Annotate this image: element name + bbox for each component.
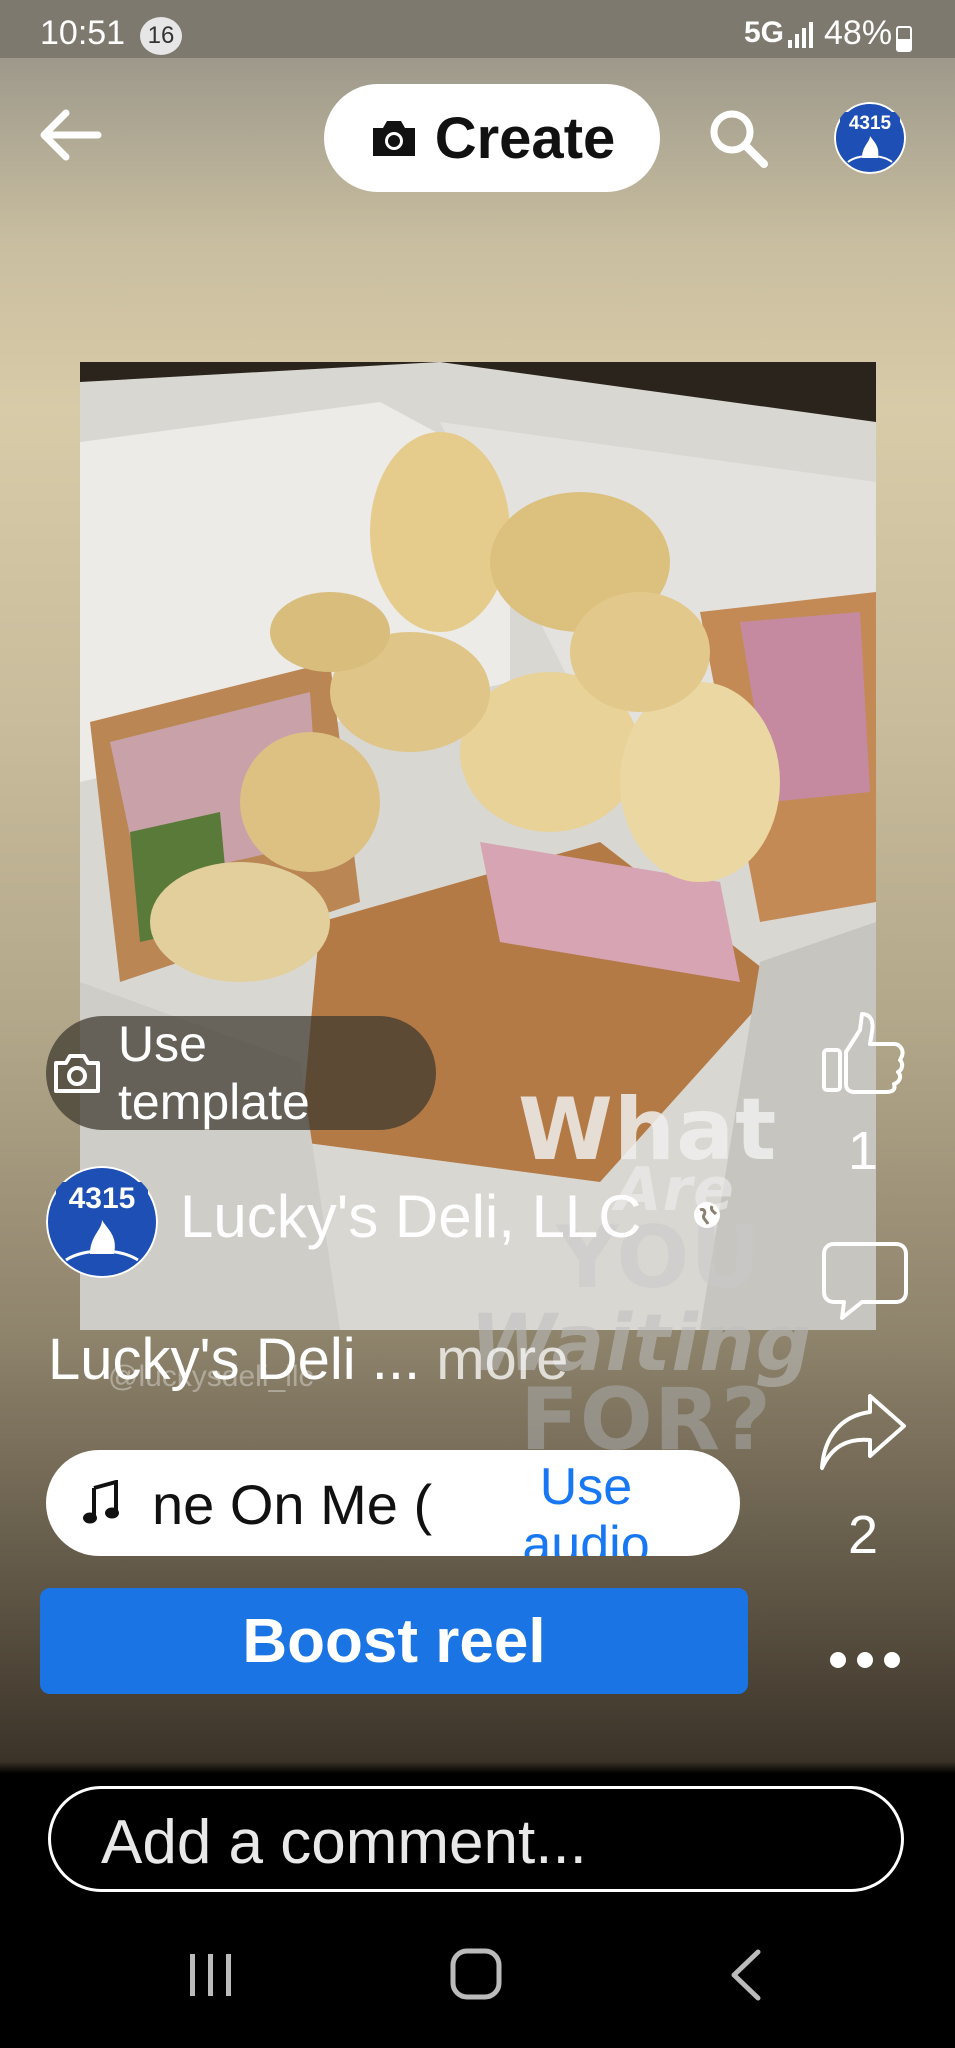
use-template-label: Use template <box>118 1016 310 1130</box>
more-options-button[interactable] <box>826 1640 904 1680</box>
status-time: 10:51 <box>40 14 126 52</box>
audio-pill[interactable]: ne On Me ( Use audio <box>46 1450 740 1556</box>
share-button[interactable] <box>818 1390 908 1474</box>
boost-reel-button[interactable]: Boost reel <box>40 1588 748 1694</box>
camera-icon <box>372 121 415 156</box>
arrow-left-icon <box>40 109 102 161</box>
battery-icon <box>896 26 912 52</box>
use-audio-button[interactable]: Use audio <box>486 1458 686 1556</box>
share-arrow-icon <box>820 1394 906 1470</box>
author-name[interactable]: Lucky's Deli, LLC <box>180 1182 642 1251</box>
notification-count-badge: 16 <box>140 17 182 55</box>
comment-button[interactable] <box>822 1238 908 1322</box>
network-type: 5G <box>744 16 785 49</box>
like-button[interactable] <box>820 1010 906 1094</box>
more-dots-icon <box>830 1652 900 1668</box>
globe-icon <box>694 1202 720 1228</box>
create-button[interactable]: Create <box>324 84 660 192</box>
create-label: Create <box>434 105 616 171</box>
svg-text:4315: 4315 <box>69 1182 136 1215</box>
signal-bars-icon <box>788 22 813 48</box>
reel-caption[interactable]: Lucky's Deli ... more <box>48 1326 568 1393</box>
back-chevron-icon[interactable] <box>726 1948 766 2002</box>
comment-bubble-icon <box>822 1242 908 1320</box>
caption-more-link[interactable]: more <box>436 1327 568 1392</box>
music-note-icon <box>83 1480 119 1524</box>
status-bar: 10:51 16 5G 48% <box>0 0 955 58</box>
comment-placeholder: Add a comment... <box>101 1808 587 1877</box>
home-icon[interactable] <box>448 1946 504 2002</box>
boost-reel-label: Boost reel <box>242 1606 546 1676</box>
audio-title: ne On Me ( <box>152 1473 433 1536</box>
search-icon <box>710 110 768 168</box>
author-avatar[interactable]: 4315 <box>46 1166 158 1278</box>
thumbs-up-icon <box>822 1012 905 1094</box>
camera-outline-icon <box>54 1054 100 1093</box>
battery-percent: 48% <box>824 14 893 52</box>
back-button[interactable] <box>36 100 106 170</box>
reel-screen: 10:51 16 5G 48% What Are YOU Waiting FOR… <box>0 0 955 2048</box>
profile-avatar[interactable]: 4315 <box>834 102 906 174</box>
use-template-button[interactable]: Use template <box>46 1016 436 1130</box>
recents-icon[interactable] <box>186 1950 236 2000</box>
caption-text: Lucky's Deli ... <box>48 1327 421 1392</box>
search-button[interactable] <box>706 106 770 170</box>
svg-text:4315: 4315 <box>849 113 892 134</box>
comment-input[interactable]: Add a comment... <box>48 1786 904 1892</box>
share-count: 2 <box>847 1505 879 1565</box>
like-count: 1 <box>847 1121 879 1181</box>
